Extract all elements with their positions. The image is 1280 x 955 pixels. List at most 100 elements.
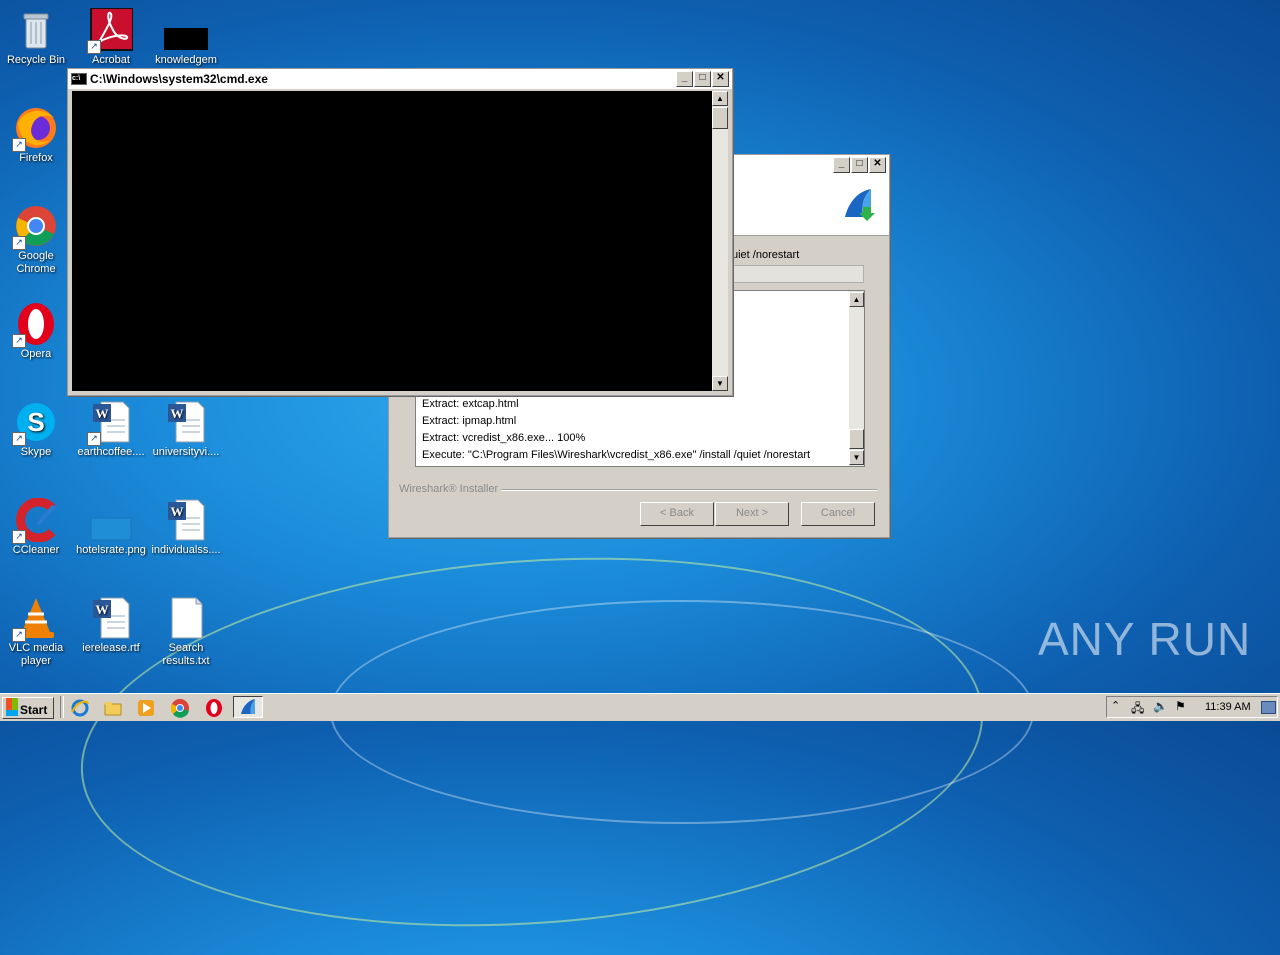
word-doc-icon: W	[164, 498, 208, 542]
action-center-flag-icon[interactable]: ⚑	[1175, 699, 1186, 713]
acrobat-icon: ↗	[87, 7, 134, 54]
desktop-icon-skype[interactable]: S ↗ Skype	[0, 400, 72, 459]
word-doc-icon: W	[89, 596, 133, 640]
recycle-bin-icon	[14, 8, 58, 52]
desktop-icon-knowledgem[interactable]: knowledgem	[150, 8, 222, 67]
clock[interactable]: 11:39 AM	[1205, 701, 1251, 713]
desktop-icon-search-results[interactable]: Search results.txt	[150, 596, 222, 668]
cmd-console-area[interactable]	[72, 91, 712, 391]
installer-window-controls: _ □ ✕	[833, 157, 886, 173]
desktop-icon-label: Search results.txt	[162, 642, 210, 667]
desktop-icon-acrobat[interactable]: ↗ Acrobat	[75, 7, 147, 67]
scroll-down-arrow-icon[interactable]: ▼	[712, 376, 728, 391]
windows-logo-icon	[6, 698, 18, 716]
shortcut-arrow-icon: ↗	[87, 40, 101, 54]
desktop-icon-label: Google Chrome	[16, 250, 56, 275]
show-desktop-icon[interactable]	[1261, 701, 1276, 714]
ccleaner-icon: ↗	[12, 497, 58, 544]
anyrun-watermark: ANY RUN	[1038, 613, 1252, 665]
desktop: { "desktop": { "icons": [ {"label": "Rec…	[0, 0, 1280, 955]
scroll-up-arrow-icon[interactable]: ▲	[849, 292, 864, 307]
shortcut-arrow-icon: ↗	[12, 138, 26, 152]
desktop-icon-chrome[interactable]: ↗ Google Chrome	[0, 204, 72, 276]
chrome-icon: ↗	[12, 204, 58, 250]
ie-icon[interactable]	[70, 698, 90, 718]
chrome-icon[interactable]	[170, 698, 190, 718]
back-button[interactable]: < Back	[640, 502, 714, 526]
scroll-thumb[interactable]	[849, 429, 864, 449]
desktop-icon-individualss[interactable]: W individualss....	[150, 498, 222, 557]
close-button[interactable]: ✕	[869, 157, 886, 173]
installer-group-label: Wireshark® Installer	[399, 483, 503, 495]
next-button[interactable]: Next >	[715, 502, 789, 526]
skype-icon: S ↗	[12, 400, 58, 446]
log-scrollbar[interactable]: ▲ ▼	[849, 291, 864, 466]
desktop-icon-label: CCleaner	[12, 544, 60, 556]
shortcut-arrow-icon: ↗	[12, 236, 26, 250]
scroll-thumb[interactable]	[712, 107, 728, 129]
installer-status-text: uiet /norestart	[732, 249, 800, 261]
maximize-button[interactable]: □	[851, 157, 868, 173]
desktop-icon-opera[interactable]: ↗ Opera	[0, 302, 72, 361]
desktop-icon-hotelsrate[interactable]: hotelsrate.png	[75, 498, 147, 557]
desktop-icon-label: ierelease.rtf	[82, 642, 140, 654]
svg-text:W: W	[96, 406, 109, 421]
shortcut-arrow-icon: ↗	[12, 432, 26, 446]
desktop-icon-recycle-bin[interactable]: Recycle Bin	[0, 8, 72, 67]
explorer-icon[interactable]	[103, 698, 123, 718]
firefox-icon: ↗	[12, 106, 58, 152]
opera-icon[interactable]	[204, 698, 224, 718]
media-player-icon[interactable]	[136, 698, 156, 718]
log-line: Extract: extcap.html	[422, 398, 519, 410]
shortcut-arrow-icon: ↗	[12, 334, 26, 348]
start-button[interactable]: Start	[2, 697, 54, 719]
wireshark-icon	[841, 187, 875, 224]
svg-text:W: W	[171, 504, 184, 519]
volume-icon[interactable]: 🔈	[1153, 699, 1168, 713]
desktop-icon-ccleaner[interactable]: ↗ CCleaner	[0, 497, 72, 557]
cmd-window[interactable]: c:\ C:\Windows\system32\cmd.exe _ □ ✕ ▲ …	[67, 68, 733, 396]
svg-text:W: W	[171, 406, 184, 421]
cancel-button[interactable]: Cancel	[801, 502, 875, 526]
desktop-icon-label: individualss....	[151, 544, 221, 556]
maximize-button[interactable]: □	[694, 71, 711, 87]
desktop-icon-earthcoffee[interactable]: W ↗ earthcoffee....	[75, 400, 147, 459]
close-button[interactable]: ✕	[712, 71, 729, 87]
text-file-icon	[164, 596, 208, 640]
minimize-button[interactable]: _	[833, 157, 850, 173]
desktop-icon-label: universityvi....	[152, 446, 220, 458]
cmd-scrollbar[interactable]: ▲ ▼	[712, 91, 728, 391]
log-line: Execute: "C:\Program Files\Wireshark\vcr…	[422, 449, 811, 461]
minimize-button[interactable]: _	[676, 71, 693, 87]
network-icon[interactable]: 🖧	[1131, 699, 1144, 720]
installer-divider	[501, 489, 877, 491]
desktop-icon-label: knowledgem	[155, 54, 217, 66]
svg-text:S: S	[27, 407, 44, 437]
cmd-titlebar[interactable]: c:\ C:\Windows\system32\cmd.exe _ □ ✕	[68, 69, 732, 89]
shortcut-arrow-icon: ↗	[12, 628, 26, 642]
file-icon	[164, 8, 210, 52]
image-file-icon	[89, 498, 133, 542]
taskbar: Start ⌃ 🖧 🔈 ⚑ 11:39 AM	[0, 693, 1280, 721]
scroll-up-arrow-icon[interactable]: ▲	[712, 91, 728, 106]
scroll-down-arrow-icon[interactable]: ▼	[849, 450, 864, 465]
start-label: Start	[20, 703, 48, 717]
show-hidden-icons-icon[interactable]: ⌃	[1111, 699, 1120, 712]
cmd-window-title: C:\Windows\system32\cmd.exe	[90, 72, 268, 86]
svg-text:W: W	[96, 602, 109, 617]
taskbar-separator	[60, 696, 64, 718]
log-line: Extract: ipmap.html	[422, 415, 517, 427]
desktop-icon-label: Recycle Bin	[6, 54, 66, 66]
desktop-icon-ierelease[interactable]: W ierelease.rtf	[75, 596, 147, 655]
desktop-icon-label: Firefox	[19, 152, 53, 164]
opera-icon: ↗	[12, 302, 58, 348]
cmd-window-controls: _ □ ✕	[676, 71, 729, 87]
desktop-icon-universityvi[interactable]: W universityvi....	[150, 400, 222, 459]
desktop-icon-firefox[interactable]: ↗ Firefox	[0, 106, 72, 165]
word-doc-icon: W ↗	[87, 400, 133, 446]
wireshark-task-button[interactable]	[233, 696, 263, 718]
desktop-icon-label: Skype	[20, 446, 52, 458]
desktop-icon-label: Acrobat	[92, 54, 130, 66]
desktop-icon-label: hotelsrate.png	[76, 544, 146, 556]
desktop-icon-vlc[interactable]: ↗ VLC media player	[0, 596, 72, 668]
